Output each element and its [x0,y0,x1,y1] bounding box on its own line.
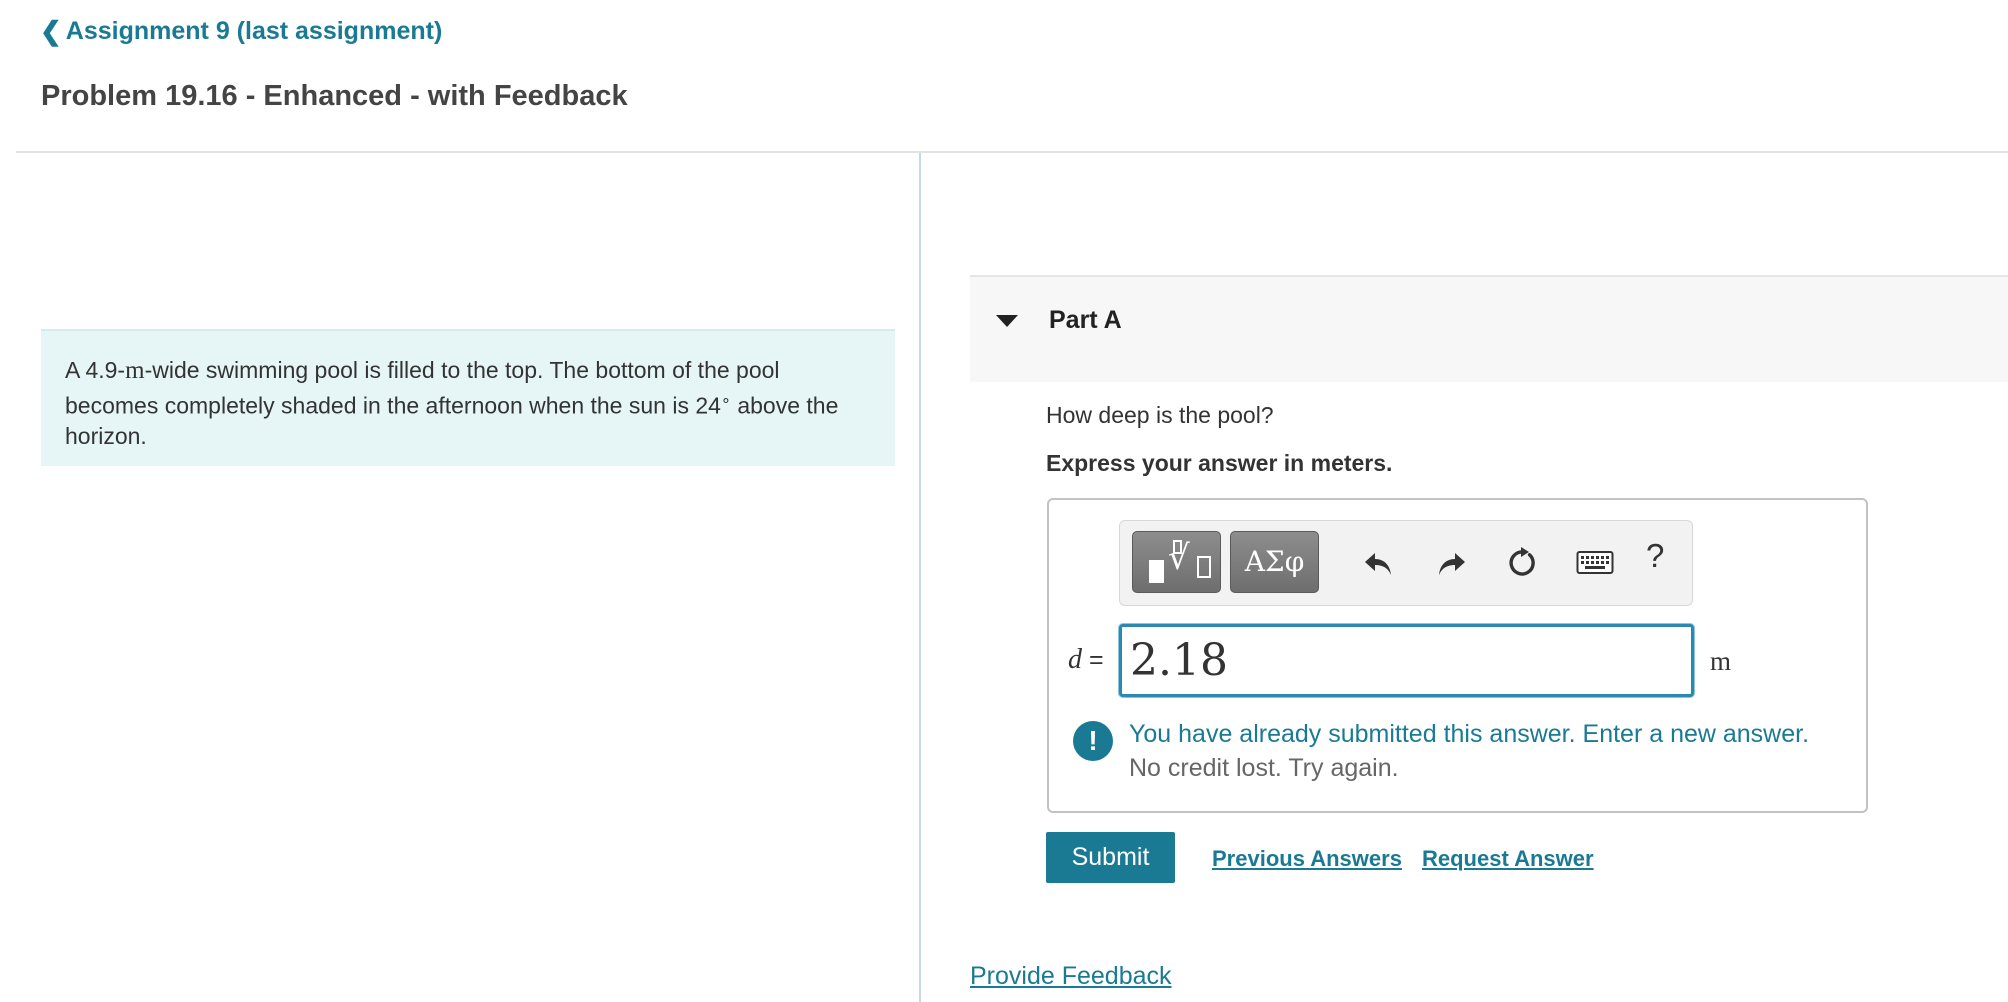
submit-button[interactable]: Submit [1046,832,1175,883]
template-block-icon [1149,560,1164,583]
variable-name: d [1068,644,1082,675]
caret-down-icon[interactable] [996,315,1018,327]
greek-symbols-button[interactable]: ΑΣφ [1230,531,1319,593]
answer-panel: √ ΑΣφ ? d = 2.18 m ! You have already su… [1047,498,1868,813]
redo-icon [1439,553,1465,575]
question-text: How deep is the pool? [1046,402,1274,428]
chevron-left-icon: ❮ [40,16,62,46]
request-answer-link[interactable]: Request Answer [1422,846,1594,872]
problem-text-middle: -wide swimming pool is filled to the top… [65,357,780,419]
feedback-message: You have already submitted this answer. … [1129,720,1810,748]
answer-input[interactable] [1119,624,1694,697]
answer-instruction: Express your answer in meters. [1046,450,1393,476]
help-button[interactable]: ? [1646,537,1664,575]
undo-icon [1365,553,1391,575]
radicand-box-icon [1197,556,1211,578]
provide-feedback-link[interactable]: Provide Feedback [970,962,1172,991]
degree-symbol: ∘ [720,392,731,409]
problem-statement: A 4.9-m-wide swimming pool is filled to … [41,329,895,466]
undo-button[interactable] [1356,541,1400,585]
index-box-icon [1173,540,1182,554]
feedback-detail: No credit lost. Try again. [1129,754,1399,782]
column-divider [919,153,921,1002]
keyboard-icon [1576,551,1614,574]
back-link-label: Assignment 9 (last assignment) [65,17,443,45]
alert-icon: ! [1073,721,1113,761]
header-divider [16,151,2008,153]
part-a-header[interactable]: Part A [970,275,2008,382]
width-unit: m [125,357,145,384]
math-toolbar: √ ΑΣφ ? [1119,520,1693,606]
page-title: Problem 19.16 - Enhanced - with Feedback [41,80,628,112]
back-to-assignment-link[interactable]: ❮ Assignment 9 (last assignment) [40,16,442,47]
previous-answers-link[interactable]: Previous Answers [1212,846,1402,872]
answer-variable-label: d = [1068,644,1104,676]
problem-text-start: A 4.9- [65,357,126,383]
keyboard-button[interactable] [1573,541,1617,585]
answer-unit: m [1710,646,1732,676]
equals-sign: = [1082,646,1104,674]
reset-icon [1509,547,1535,576]
part-title: Part A [1049,306,1122,334]
reset-button[interactable] [1501,541,1545,585]
templates-button[interactable]: √ [1132,531,1221,593]
redo-button[interactable] [1430,541,1474,585]
